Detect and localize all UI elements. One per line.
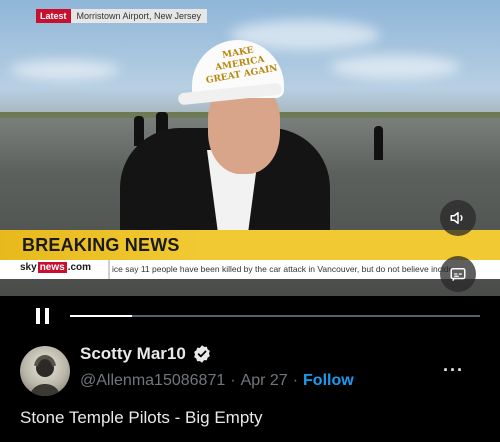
post-text: Stone Temple Pilots - Big Empty: [20, 408, 263, 427]
avatar-image: [30, 355, 60, 396]
captions-button[interactable]: [440, 256, 476, 292]
background-person: [374, 126, 383, 160]
latest-tag: Latest: [36, 8, 71, 23]
ticker-text: ice say 11 people have been killed by th…: [112, 264, 454, 274]
location-bar: Latest Morristown Airport, New Jersey: [36, 8, 208, 23]
speaker-volume-icon: [450, 212, 463, 224]
separator: ·: [292, 372, 299, 389]
location-name: Morristown Airport, New Jersey: [70, 8, 208, 23]
verified-badge-icon: [193, 345, 210, 363]
ticker-divider: [108, 260, 110, 279]
post-date[interactable]: Apr 27: [241, 372, 288, 390]
pause-button[interactable]: [36, 308, 50, 324]
pause-icon-bar: [45, 308, 49, 324]
follow-button[interactable]: Follow: [303, 372, 354, 390]
progress-fill: [70, 315, 132, 317]
sky-logo-sky: sky: [20, 262, 37, 273]
sky-news-logo: sky news .com: [20, 262, 91, 273]
cloud: [10, 60, 120, 80]
breaking-news-label: BREAKING NEWS: [22, 235, 180, 255]
avatar[interactable]: [20, 346, 70, 396]
volume-button[interactable]: [440, 200, 476, 236]
video-controls: [0, 296, 500, 332]
sky-logo-com: .com: [67, 262, 92, 273]
name-row: Scotty Mar10: [80, 344, 212, 364]
captions-icon: [450, 268, 466, 282]
handle-row: @Allenma15086871 · Apr 27 · Follow: [80, 372, 354, 390]
progress-bar[interactable]: [70, 315, 480, 317]
more-options-icon[interactable]: ···: [443, 360, 464, 381]
handle[interactable]: @Allenma15086871: [80, 372, 225, 390]
display-name[interactable]: Scotty Mar10: [80, 344, 186, 364]
separator: ·: [230, 372, 236, 389]
news-ticker: sky news .com ice say 11 people have bee…: [0, 260, 500, 279]
video-player[interactable]: MAKE AMERICA GREAT AGAIN Latest Morristo…: [0, 0, 500, 296]
cloud: [330, 55, 460, 79]
pause-icon: [36, 308, 40, 324]
sky-logo-news: news: [37, 262, 67, 273]
breaking-news-banner: BREAKING NEWS: [0, 230, 500, 260]
